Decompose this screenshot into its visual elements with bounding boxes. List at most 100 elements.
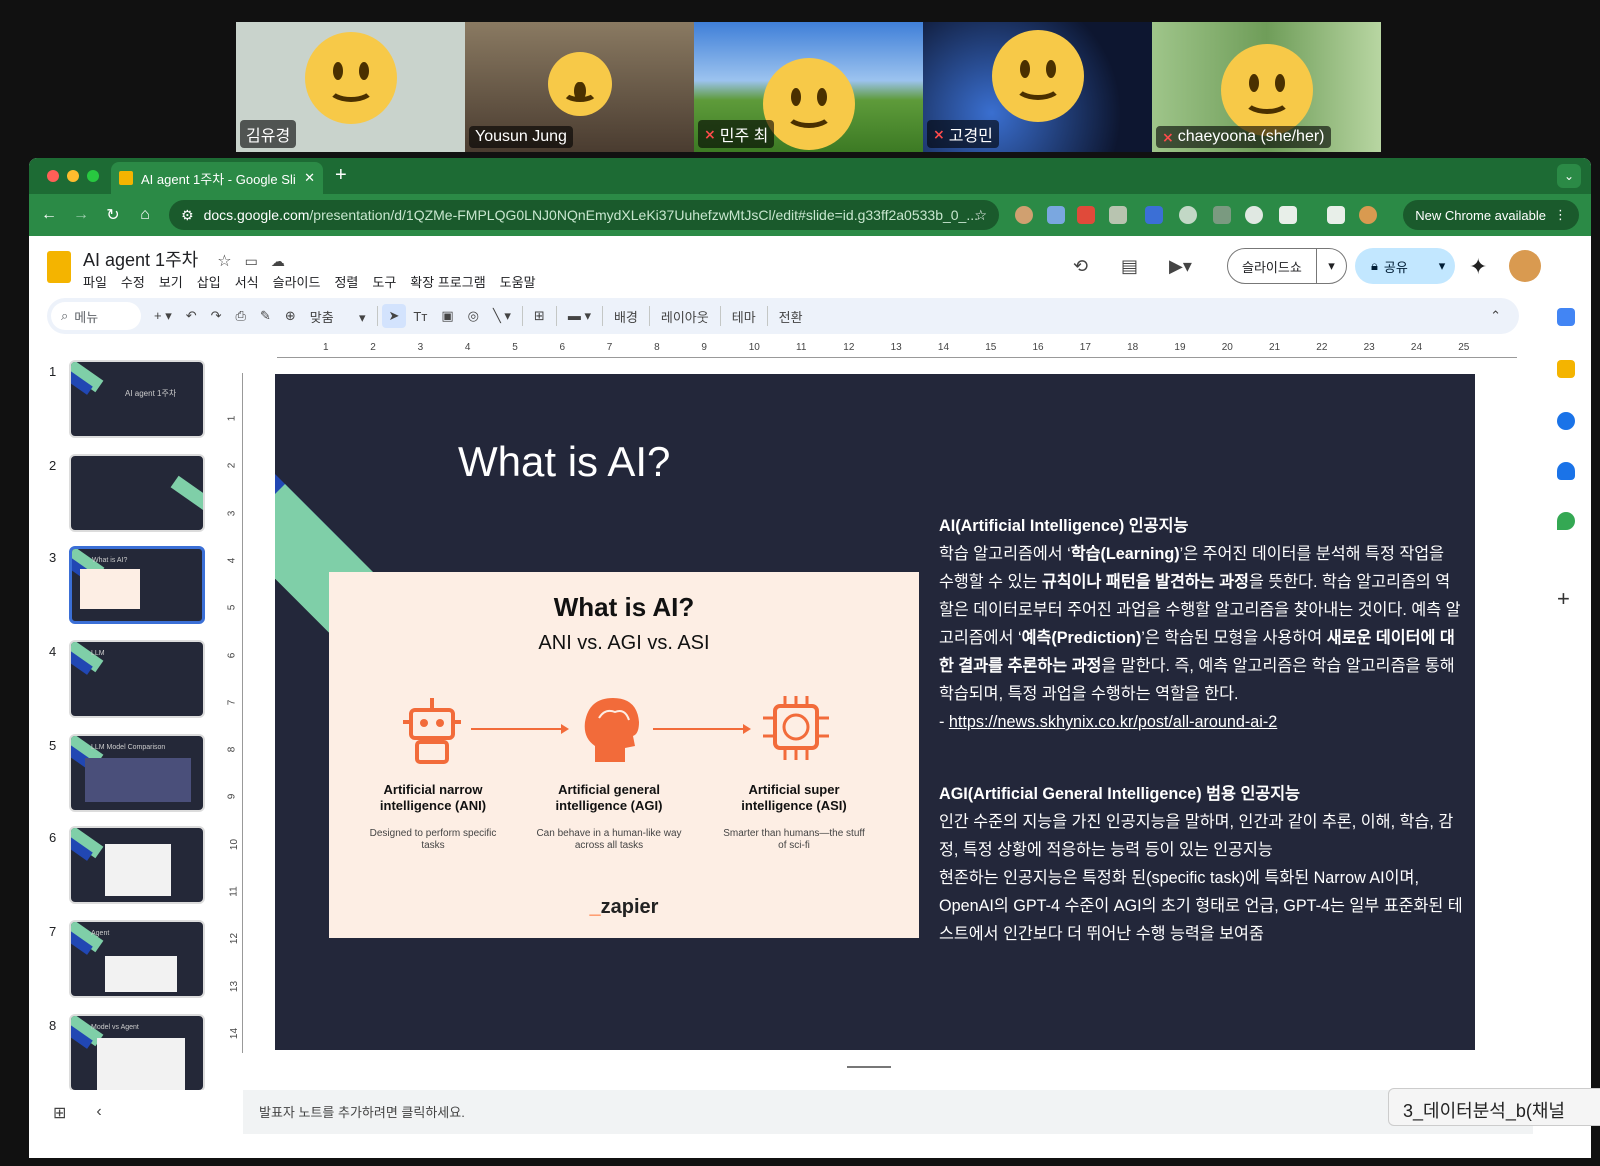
- search-menus-input[interactable]: ⌕ 메뉴: [51, 302, 141, 330]
- back-arrow-icon[interactable]: ←: [33, 206, 65, 224]
- slide-canvas[interactable]: What is AI? What is AI? ANI vs. AGI vs. …: [275, 374, 1475, 1050]
- share-dropdown-icon[interactable]: ▾: [1429, 258, 1455, 274]
- line-icon[interactable]: ╲ ▾: [486, 308, 518, 324]
- close-tab-icon[interactable]: ✕: [304, 170, 315, 186]
- extension-icon[interactable]: [1109, 206, 1127, 224]
- version-history-icon[interactable]: ⟲: [1073, 256, 1088, 277]
- star-icon[interactable]: ☆: [217, 253, 231, 270]
- slide-body-text[interactable]: AI(Artificial Intelligence) 인공지능 학습 알고리즘…: [939, 512, 1463, 948]
- slide-thumbnail[interactable]: [69, 454, 205, 532]
- notes-resize-handle[interactable]: [847, 1066, 891, 1068]
- extension-icon[interactable]: [1077, 206, 1095, 224]
- shape-icon[interactable]: ◎: [461, 308, 486, 324]
- menu-edit[interactable]: 수정: [121, 272, 145, 291]
- menu-format[interactable]: 서식: [235, 272, 259, 291]
- participant-tile[interactable]: ⨯ 고경민: [923, 22, 1152, 152]
- vertical-ruler[interactable]: 1 2 3 4 5 6 7 8 9 10 11 12 13 14: [226, 373, 243, 1053]
- new-tab-button[interactable]: +: [335, 164, 347, 187]
- slideshow-button[interactable]: 슬라이드쇼 ▾: [1227, 248, 1347, 284]
- slide-thumbnail[interactable]: Model vs Agent: [69, 1014, 205, 1090]
- address-bar[interactable]: ⚙ docs.google.com/presentation/d/1QZMe-F…: [169, 200, 999, 230]
- bookmark-star-icon[interactable]: ☆: [974, 207, 987, 224]
- menu-file[interactable]: 파일: [83, 272, 107, 291]
- slide-thumbnail-row[interactable]: 8 Model vs Agent: [29, 1014, 229, 1090]
- maps-icon[interactable]: [1557, 512, 1575, 530]
- slideshow-dropdown-icon[interactable]: ▾: [1316, 248, 1346, 284]
- add-addon-icon[interactable]: +: [1557, 586, 1570, 612]
- print-icon[interactable]: ⎙: [229, 308, 253, 324]
- undo-icon[interactable]: ↶: [179, 308, 204, 324]
- slide-thumbnail[interactable]: AI agent 1주차: [69, 360, 205, 438]
- zoom-icon[interactable]: ⊕: [278, 308, 303, 324]
- slides-logo-icon[interactable]: [47, 251, 71, 283]
- browser-tab[interactable]: AI agent 1주차 - Google Slides ✕: [111, 162, 323, 194]
- calendar-icon[interactable]: [1557, 308, 1575, 326]
- collapse-filmstrip-icon[interactable]: ‹: [96, 1103, 101, 1123]
- participant-tile[interactable]: Yousun Jung: [465, 22, 694, 152]
- slide-thumbnail-row[interactable]: 3 What is AI?: [29, 546, 229, 630]
- slide-thumbnail-row[interactable]: 4 LLM: [29, 640, 229, 724]
- slide-thumbnail-row[interactable]: 5 LLM Model Comparison: [29, 734, 229, 818]
- extension-icon[interactable]: [1015, 206, 1033, 224]
- maximize-window-button[interactable]: [87, 170, 99, 182]
- theme-button[interactable]: 테마: [725, 307, 763, 326]
- collapse-toolbar-icon[interactable]: ⌃: [1490, 308, 1501, 324]
- extensions-puzzle-icon[interactable]: [1279, 206, 1297, 224]
- extension-icon[interactable]: [1145, 206, 1163, 224]
- reload-icon[interactable]: ↻: [97, 205, 129, 225]
- select-cursor-icon[interactable]: ➤: [381, 304, 407, 328]
- participant-tile[interactable]: ⨯ chaeyoona (she/her): [1152, 22, 1381, 152]
- background-button[interactable]: 배경: [607, 307, 645, 326]
- close-window-button[interactable]: [47, 170, 59, 182]
- home-icon[interactable]: ⌂: [129, 206, 161, 224]
- external-window-label[interactable]: 3_데이터분석_b(채널: [1388, 1088, 1600, 1126]
- ani-agi-asi-infographic[interactable]: What is AI? ANI vs. AGI vs. ASI Artifici…: [329, 572, 919, 938]
- comments-icon[interactable]: ▤: [1121, 256, 1138, 277]
- share-button[interactable]: 🔒︎ 공유 ▾: [1355, 248, 1455, 284]
- gemini-sparkle-icon[interactable]: ✦: [1469, 254, 1487, 280]
- source-link[interactable]: https://news.skhynix.co.kr/post/all-arou…: [949, 713, 1277, 731]
- horizontal-ruler[interactable]: 1 2 3 4 5 6 7 8 9 10 11 12 13 14 15 16 17 18 19 20 21 22 23 24 2…: [277, 342, 1517, 358]
- slide-thumbnail-row[interactable]: 7 Agent: [29, 920, 229, 1004]
- new-chrome-available-button[interactable]: New Chrome available ⋮: [1403, 200, 1579, 230]
- slide-thumbnail-selected[interactable]: What is AI?: [69, 546, 205, 624]
- redo-icon[interactable]: ↷: [204, 308, 229, 324]
- tasks-icon[interactable]: [1557, 412, 1575, 430]
- layout-button[interactable]: 레이아웃: [654, 307, 716, 326]
- new-slide-button[interactable]: + ▾: [147, 308, 179, 324]
- slide-thumbnail[interactable]: [69, 826, 205, 904]
- meet-video-icon[interactable]: ▶▾: [1169, 256, 1192, 277]
- zoom-select[interactable]: 맞춤 ▾: [303, 307, 373, 326]
- extension-icon[interactable]: [1245, 206, 1263, 224]
- image-icon[interactable]: ▣: [434, 308, 460, 324]
- grid-view-icon[interactable]: ⊞: [53, 1103, 66, 1123]
- minimize-window-button[interactable]: [67, 170, 79, 182]
- slide-thumbnail[interactable]: Agent: [69, 920, 205, 998]
- slide-thumbnail[interactable]: LLM: [69, 640, 205, 718]
- profile-avatar-icon[interactable]: [1359, 206, 1377, 224]
- tab-search-button[interactable]: ⌄: [1557, 164, 1581, 188]
- menu-tools[interactable]: 도구: [372, 272, 396, 291]
- menu-insert[interactable]: 삽입: [197, 272, 221, 291]
- extension-icon[interactable]: [1179, 206, 1197, 224]
- text-box-icon[interactable]: Tт: [406, 309, 434, 324]
- menu-help[interactable]: 도움말: [500, 272, 536, 291]
- paint-format-icon[interactable]: ✎: [253, 308, 278, 324]
- slide-title[interactable]: What is AI?: [458, 438, 670, 486]
- add-comment-icon[interactable]: ⊞: [527, 308, 552, 324]
- keep-icon[interactable]: [1557, 360, 1575, 378]
- input-tools-icon[interactable]: ▬ ▾: [561, 308, 598, 324]
- reading-list-icon[interactable]: [1327, 206, 1345, 224]
- menu-view[interactable]: 보기: [159, 272, 183, 291]
- move-folder-icon[interactable]: ▭: [245, 253, 258, 269]
- speaker-notes[interactable]: 발표자 노트를 추가하려면 클릭하세요.: [243, 1090, 1533, 1134]
- slide-thumbnail[interactable]: LLM Model Comparison: [69, 734, 205, 812]
- slide-thumbnail-row[interactable]: 2: [29, 454, 229, 538]
- site-settings-icon[interactable]: ⚙: [181, 207, 194, 224]
- menu-arrange[interactable]: 정렬: [334, 272, 358, 291]
- participant-tile[interactable]: 김유경: [236, 22, 465, 152]
- forward-arrow-icon[interactable]: →: [65, 206, 97, 224]
- participant-tile[interactable]: ⨯ 민주 최: [694, 22, 923, 152]
- extension-icon[interactable]: [1047, 206, 1065, 224]
- document-title[interactable]: AI agent 1주차 ☆ ▭ ☁: [83, 246, 285, 272]
